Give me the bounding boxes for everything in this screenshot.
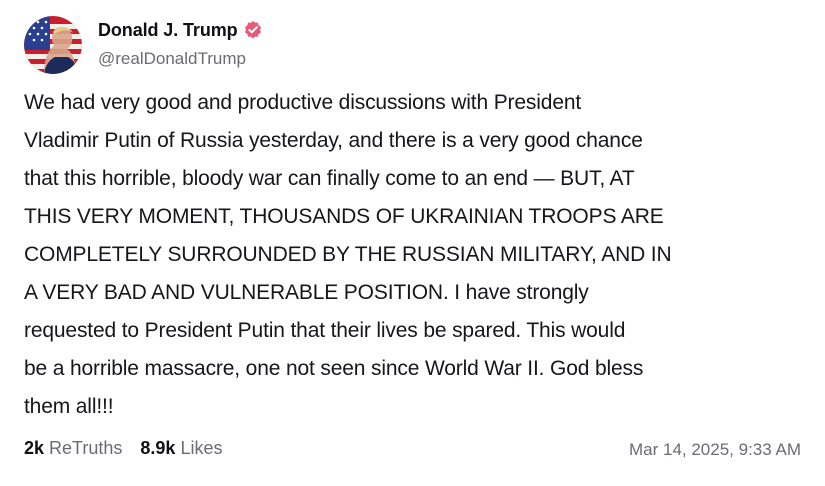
retruths-count: 2k (24, 438, 45, 458)
retruths-stat[interactable]: 2k ReTruths (24, 438, 122, 459)
post-body: We had very good and productive discussi… (24, 84, 809, 426)
post-card: Donald J. Trump @realDonaldTrump We had … (0, 0, 825, 486)
flag-portrait-avatar-icon (24, 16, 82, 74)
verified-badge-icon (243, 20, 263, 40)
retruths-label: ReTruths (49, 438, 123, 458)
post-body-line: Vladimir Putin of Russia yesterday, and … (24, 129, 643, 152)
author-display-name[interactable]: Donald J. Trump (98, 20, 238, 41)
post-body-line: THIS VERY MOMENT, THOUSANDS OF UKRAINIAN… (24, 205, 664, 228)
author-handle[interactable]: @realDonaldTrump (98, 49, 246, 69)
likes-stat[interactable]: 8.9k Likes (140, 438, 222, 459)
post-body-line: We had very good and productive discussi… (24, 91, 582, 114)
author-name-row: Donald J. Trump (98, 18, 263, 42)
post-body-line: requested to President Putin that their … (24, 319, 626, 342)
post-body-line: COMPLETELY SURROUNDED BY THE RUSSIAN MIL… (24, 243, 672, 266)
post-body-line: be a horrible massacre, one not seen sin… (24, 357, 644, 380)
post-body-line: A VERY BAD AND VULNERABLE POSITION. I ha… (24, 281, 589, 304)
post-body-line: that this horrible, bloody war can final… (24, 167, 635, 190)
post-body-line: them all!!! (24, 395, 114, 418)
post-timestamp[interactable]: Mar 14, 2025, 9:33 AM (629, 440, 801, 460)
likes-label: Likes (180, 438, 223, 458)
likes-count: 8.9k (140, 438, 176, 458)
post-stats: 2k ReTruths 8.9k Likes (24, 438, 240, 459)
author-avatar[interactable] (24, 16, 82, 74)
